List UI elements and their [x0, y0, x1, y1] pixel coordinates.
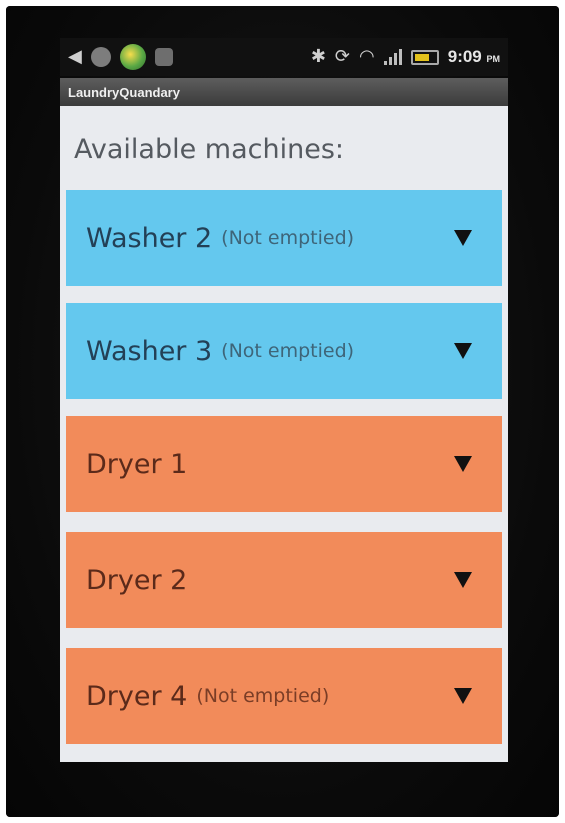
- machine-item-washer-2[interactable]: Washer 2 (Not emptied): [66, 190, 502, 286]
- circle-icon: [90, 47, 111, 67]
- notification-icon: ◀: [68, 46, 82, 67]
- bluetooth-icon: ✱: [310, 46, 326, 67]
- app-title: LaundryQuandary: [68, 84, 180, 100]
- wifi-icon: ◠: [359, 46, 375, 67]
- machine-status: (Not emptied): [196, 685, 330, 707]
- machine-item-dryer-4[interactable]: Dryer 4 (Not emptied): [66, 648, 502, 744]
- machine-name: Dryer 2: [86, 564, 188, 596]
- status-left-icons: ◀: [68, 44, 173, 70]
- machine-item-dryer-2[interactable]: Dryer 2: [66, 532, 502, 628]
- machine-status: (Not emptied): [221, 227, 355, 249]
- machine-name: Washer 2: [86, 222, 213, 254]
- square-icon: [154, 48, 173, 66]
- dropdown-arrow-icon[interactable]: [454, 456, 472, 472]
- app-title-bar: LaundryQuandary: [60, 78, 508, 106]
- machine-item-washer-3[interactable]: Washer 3 (Not emptied): [66, 303, 502, 399]
- dropdown-arrow-icon[interactable]: [454, 230, 472, 246]
- status-bar: ◀ ✱ ⟳ ◠ 9:09 PM: [60, 38, 508, 76]
- battery-icon: [410, 49, 439, 65]
- machine-name: Dryer 1: [86, 448, 188, 480]
- machine-status: (Not emptied): [221, 340, 355, 362]
- clock-ampm: PM: [486, 54, 501, 64]
- machine-name: Washer 3: [86, 335, 213, 367]
- signal-icon: [383, 49, 402, 65]
- status-right-icons: ✱ ⟳ ◠ 9:09 PM: [311, 47, 500, 67]
- machine-item-dryer-1[interactable]: Dryer 1: [66, 416, 502, 512]
- sync-icon: ⟳: [334, 46, 351, 67]
- main-content: Available machines: Washer 2 (Not emptie…: [60, 106, 508, 762]
- clock: 9:09 PM: [448, 47, 500, 67]
- dropdown-arrow-icon[interactable]: [454, 688, 472, 704]
- machine-name: Dryer 4: [86, 680, 188, 712]
- page-heading: Available machines:: [74, 134, 344, 165]
- globe-icon: [119, 44, 146, 70]
- dropdown-arrow-icon[interactable]: [454, 343, 472, 359]
- clock-time: 9:09: [447, 47, 482, 66]
- dropdown-arrow-icon[interactable]: [454, 572, 472, 588]
- photo-frame: ◀ ✱ ⟳ ◠ 9:09 PM LaundryQuandary Availabl…: [6, 6, 559, 817]
